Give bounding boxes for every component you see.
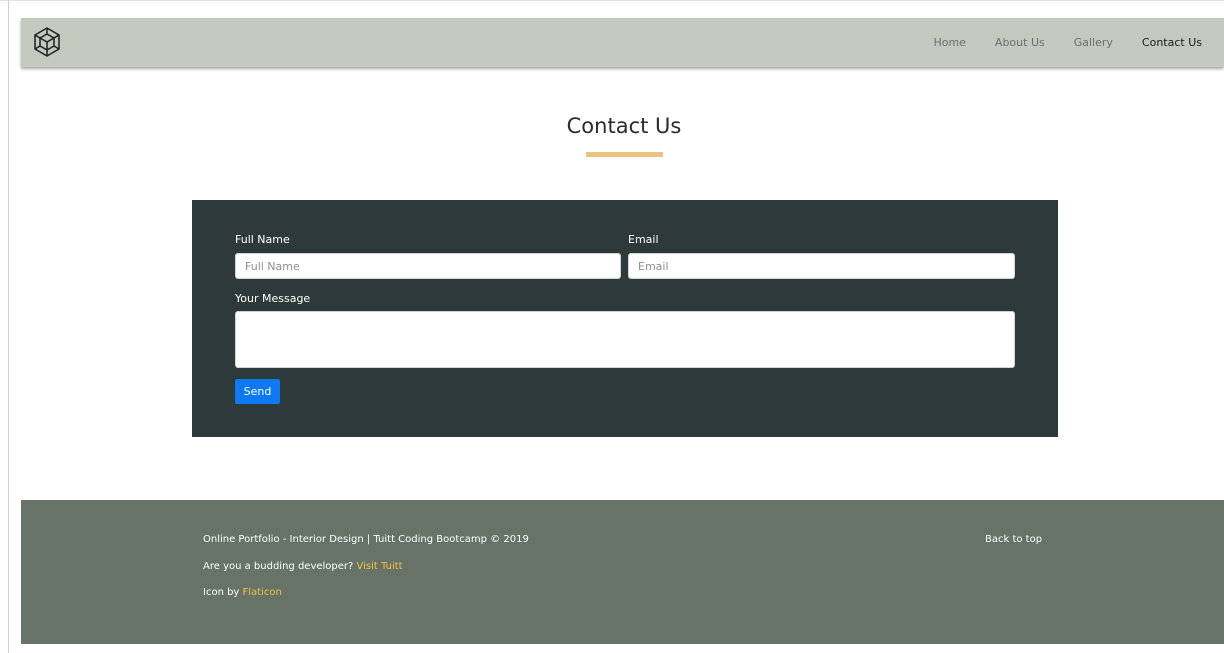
send-button[interactable]: Send <box>235 379 280 404</box>
back-to-top-link[interactable]: Back to top <box>985 534 1042 545</box>
window-left-border <box>8 0 9 653</box>
message-label: Your Message <box>235 292 311 305</box>
navbar: Home About Us Gallery Contact Us <box>21 18 1224 67</box>
flaticon-link[interactable]: Flaticon <box>243 587 282 598</box>
geometric-cube-icon[interactable] <box>31 26 63 58</box>
visit-tuitt-link[interactable]: Visit Tuitt <box>357 561 403 572</box>
nav-links: Home About Us Gallery Contact Us <box>904 18 1202 67</box>
developer-prompt-text: Are you a budding developer? <box>203 561 354 572</box>
contact-form: Full Name Email Your Message Send <box>192 200 1058 437</box>
nav-link-gallery[interactable]: Gallery <box>1074 36 1113 49</box>
nav-link-about-us[interactable]: About Us <box>995 36 1045 49</box>
window-top-border <box>0 0 1224 1</box>
full-name-label: Full Name <box>235 233 290 246</box>
page-title: Contact Us <box>566 114 682 138</box>
message-textarea[interactable] <box>235 311 1015 368</box>
email-label: Email <box>628 233 659 246</box>
footer: Online Portfolio - Interior Design | Tui… <box>21 500 1224 644</box>
footer-icon-credit: Icon by Flaticon <box>203 587 282 598</box>
footer-developer-line: Are you a budding developer? Visit Tuitt <box>203 561 403 572</box>
nav-link-contact-us[interactable]: Contact Us <box>1142 36 1202 49</box>
title-underline <box>586 152 663 157</box>
nav-link-home[interactable]: Home <box>933 36 965 49</box>
footer-credit: Online Portfolio - Interior Design | Tui… <box>203 534 529 545</box>
icon-credit-text: Icon by <box>203 587 240 598</box>
email-input[interactable] <box>628 253 1015 279</box>
full-name-input[interactable] <box>235 253 621 279</box>
